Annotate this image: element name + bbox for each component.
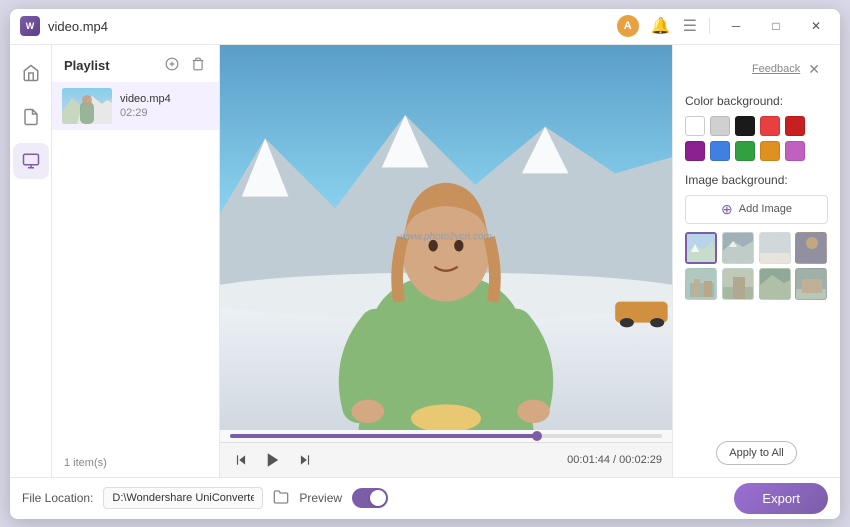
- time-current: 00:01:44: [567, 454, 610, 466]
- color-bg-title: Color background:: [685, 94, 828, 108]
- title-bar: W video.mp4 A 🔔 ☰ ─ □ ✕: [10, 9, 840, 45]
- bottom-bar: File Location: Preview Export: [10, 477, 840, 519]
- image-thumb-4[interactable]: [795, 232, 827, 264]
- apply-all-button[interactable]: Apply to All: [716, 441, 796, 465]
- close-panel-button[interactable]: ✕: [808, 61, 820, 78]
- add-image-button[interactable]: ⊕ Add Image: [685, 195, 828, 224]
- image-background-section: Image background: ⊕ Add Image: [685, 173, 828, 300]
- maximize-button[interactable]: □: [762, 12, 790, 40]
- playlist-delete-button[interactable]: [189, 55, 207, 76]
- color-swatch-pink[interactable]: [785, 141, 805, 161]
- video-container[interactable]: www.photo2vcn.com: [220, 45, 672, 430]
- next-button[interactable]: [294, 449, 316, 471]
- image-thumb-1[interactable]: [685, 232, 717, 264]
- image-thumb-3[interactable]: [759, 232, 791, 264]
- divider: [709, 18, 710, 34]
- playlist-item-duration: 02:29: [120, 107, 209, 119]
- playlist-thumbnail: [62, 88, 112, 124]
- color-swatch-blue[interactable]: [710, 141, 730, 161]
- export-button[interactable]: Export: [734, 483, 828, 514]
- sidebar-item-edit[interactable]: [13, 143, 49, 179]
- progress-thumb[interactable]: [532, 431, 542, 441]
- main-content: Playlist: [10, 45, 840, 477]
- video-controls: 00:01:44 / 00:02:29: [220, 442, 672, 477]
- image-grid: [685, 232, 828, 300]
- color-swatch-red[interactable]: [760, 116, 780, 136]
- color-swatch-gray[interactable]: [710, 116, 730, 136]
- image-thumb-6[interactable]: [722, 268, 754, 300]
- file-location-label: File Location:: [22, 491, 93, 505]
- color-swatch-black[interactable]: [735, 116, 755, 136]
- app-window: W video.mp4 A 🔔 ☰ ─ □ ✕: [10, 9, 840, 519]
- time-separator: /: [610, 454, 619, 466]
- color-swatch-green[interactable]: [735, 141, 755, 161]
- color-grid: [685, 116, 828, 161]
- image-bg-title: Image background:: [685, 173, 828, 187]
- playlist-count: 1 item(s): [52, 449, 219, 477]
- playlist-panel: Playlist: [52, 45, 220, 477]
- color-swatch-orange[interactable]: [760, 141, 780, 161]
- playlist-header: Playlist: [52, 45, 219, 82]
- bell-icon[interactable]: 🔔: [651, 16, 671, 36]
- folder-button[interactable]: [273, 489, 289, 508]
- play-button[interactable]: [260, 447, 286, 473]
- playlist-title: Playlist: [64, 58, 110, 73]
- color-swatch-white[interactable]: [685, 116, 705, 136]
- playlist-item-name: video.mp4: [120, 93, 209, 105]
- time-display: 00:01:44 / 00:02:29: [567, 454, 662, 466]
- file-location-input[interactable]: [103, 487, 263, 509]
- title-bar-right: A 🔔 ☰ ─ □ ✕: [617, 12, 830, 40]
- image-thumb-5[interactable]: [685, 268, 717, 300]
- time-total: 00:02:29: [619, 454, 662, 466]
- image-thumb-7[interactable]: [759, 268, 791, 300]
- add-image-label: Add Image: [739, 203, 792, 215]
- right-panel: Feedback ✕ Color background:: [672, 45, 840, 477]
- progress-bar-area: [220, 430, 672, 442]
- color-swatch-purple[interactable]: [685, 141, 705, 161]
- minimize-button[interactable]: ─: [722, 12, 750, 40]
- image-thumb-8[interactable]: [795, 268, 827, 300]
- app-icon: W: [20, 16, 40, 36]
- playlist-item-info: video.mp4 02:29: [120, 93, 209, 119]
- color-swatch-dark-red[interactable]: [785, 116, 805, 136]
- panel-top-bar: Feedback ✕: [685, 57, 828, 82]
- prev-button[interactable]: [230, 449, 252, 471]
- progress-bar[interactable]: [230, 434, 662, 438]
- menu-icon[interactable]: ☰: [683, 16, 697, 36]
- image-thumb-2[interactable]: [722, 232, 754, 264]
- progress-fill: [230, 434, 537, 438]
- window-title: video.mp4: [48, 19, 108, 34]
- sidebar-item-home[interactable]: [13, 55, 49, 91]
- sidebar-item-files[interactable]: [13, 99, 49, 135]
- preview-label: Preview: [299, 491, 342, 505]
- add-icon: ⊕: [721, 201, 733, 218]
- title-bar-left: W video.mp4: [20, 16, 617, 36]
- playlist-add-button[interactable]: [163, 55, 181, 76]
- playlist-actions: [163, 55, 207, 76]
- user-avatar[interactable]: A: [617, 15, 639, 37]
- close-button[interactable]: ✕: [802, 12, 830, 40]
- toggle-knob: [370, 490, 386, 506]
- video-area: www.photo2vcn.com: [220, 45, 672, 477]
- preview-toggle[interactable]: [352, 488, 388, 508]
- feedback-link[interactable]: Feedback: [752, 63, 800, 75]
- video-watermark: www.photo2vcn.com: [400, 232, 492, 243]
- playlist-item[interactable]: video.mp4 02:29: [52, 82, 219, 130]
- color-background-section: Color background:: [685, 94, 828, 161]
- outer-background: Wo Un W video.mp4 A 🔔 ☰ ─ □ ✕: [0, 0, 850, 527]
- sidebar-nav: [10, 45, 52, 477]
